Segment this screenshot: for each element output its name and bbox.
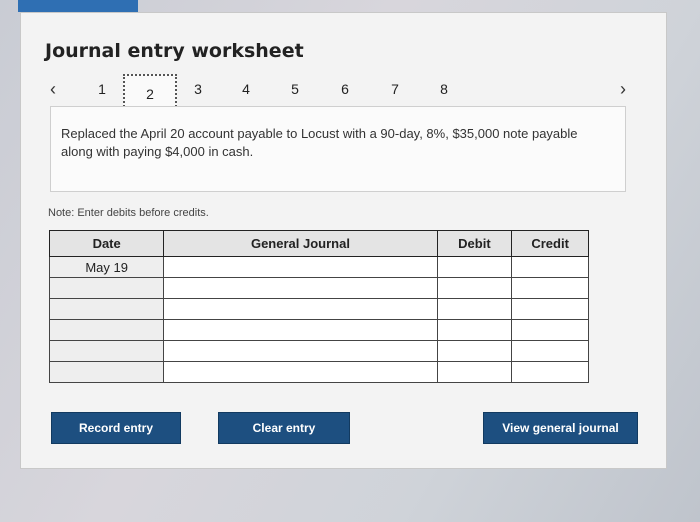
step-navigation: ‹ 1 2 3 4 5 6 7 8 ›	[0, 74, 700, 114]
date-cell[interactable]	[48, 319, 165, 341]
journal-table: Date General Journal Debit Credit May 19	[48, 230, 589, 383]
step-7[interactable]: 7	[385, 78, 405, 100]
credit-cell[interactable]	[511, 256, 589, 278]
table-row	[48, 361, 589, 383]
account-cell[interactable]	[163, 340, 438, 362]
view-general-journal-button[interactable]: View general journal	[483, 412, 638, 444]
header-debit: Debit	[436, 230, 513, 257]
debit-cell[interactable]	[436, 361, 513, 383]
step-6[interactable]: 6	[335, 78, 355, 100]
step-5[interactable]: 5	[285, 78, 305, 100]
step-3[interactable]: 3	[188, 78, 208, 100]
table-row	[48, 340, 589, 362]
header-general-journal: General Journal	[163, 230, 438, 257]
step-8[interactable]: 8	[434, 78, 454, 100]
date-cell[interactable]	[48, 340, 165, 362]
table-header-row: Date General Journal Debit Credit	[48, 230, 589, 257]
top-tab-bar	[18, 0, 138, 12]
table-row: May 19	[48, 256, 589, 278]
debit-cell[interactable]	[436, 256, 513, 278]
account-cell[interactable]	[163, 277, 438, 299]
credit-cell[interactable]	[511, 340, 589, 362]
account-cell[interactable]	[163, 256, 438, 278]
table-row	[48, 277, 589, 299]
chevron-right-icon[interactable]: ›	[620, 78, 626, 100]
step-1[interactable]: 1	[92, 78, 112, 100]
credit-cell[interactable]	[511, 298, 589, 320]
date-cell[interactable]	[48, 298, 165, 320]
table-row	[48, 298, 589, 320]
credit-cell[interactable]	[511, 277, 589, 299]
date-cell[interactable]	[48, 277, 165, 299]
date-cell[interactable]: May 19	[48, 256, 165, 278]
header-credit: Credit	[511, 230, 589, 257]
date-cell[interactable]	[48, 361, 165, 383]
clear-entry-button[interactable]: Clear entry	[218, 412, 350, 444]
credit-cell[interactable]	[511, 319, 589, 341]
header-date: Date	[48, 230, 165, 257]
chevron-left-icon[interactable]: ‹	[50, 78, 56, 100]
page-title: Journal entry worksheet	[45, 40, 304, 62]
debit-cell[interactable]	[436, 340, 513, 362]
credit-cell[interactable]	[511, 361, 589, 383]
transaction-description: Replaced the April 20 account payable to…	[61, 126, 578, 159]
debit-cell[interactable]	[436, 277, 513, 299]
transaction-description-box: Replaced the April 20 account payable to…	[50, 106, 626, 192]
step-4[interactable]: 4	[236, 78, 256, 100]
debit-cell[interactable]	[436, 298, 513, 320]
account-cell[interactable]	[163, 298, 438, 320]
record-entry-button[interactable]: Record entry	[51, 412, 181, 444]
account-cell[interactable]	[163, 361, 438, 383]
entry-note: Note: Enter debits before credits.	[48, 207, 209, 219]
debit-cell[interactable]	[436, 319, 513, 341]
account-cell[interactable]	[163, 319, 438, 341]
table-row	[48, 319, 589, 341]
